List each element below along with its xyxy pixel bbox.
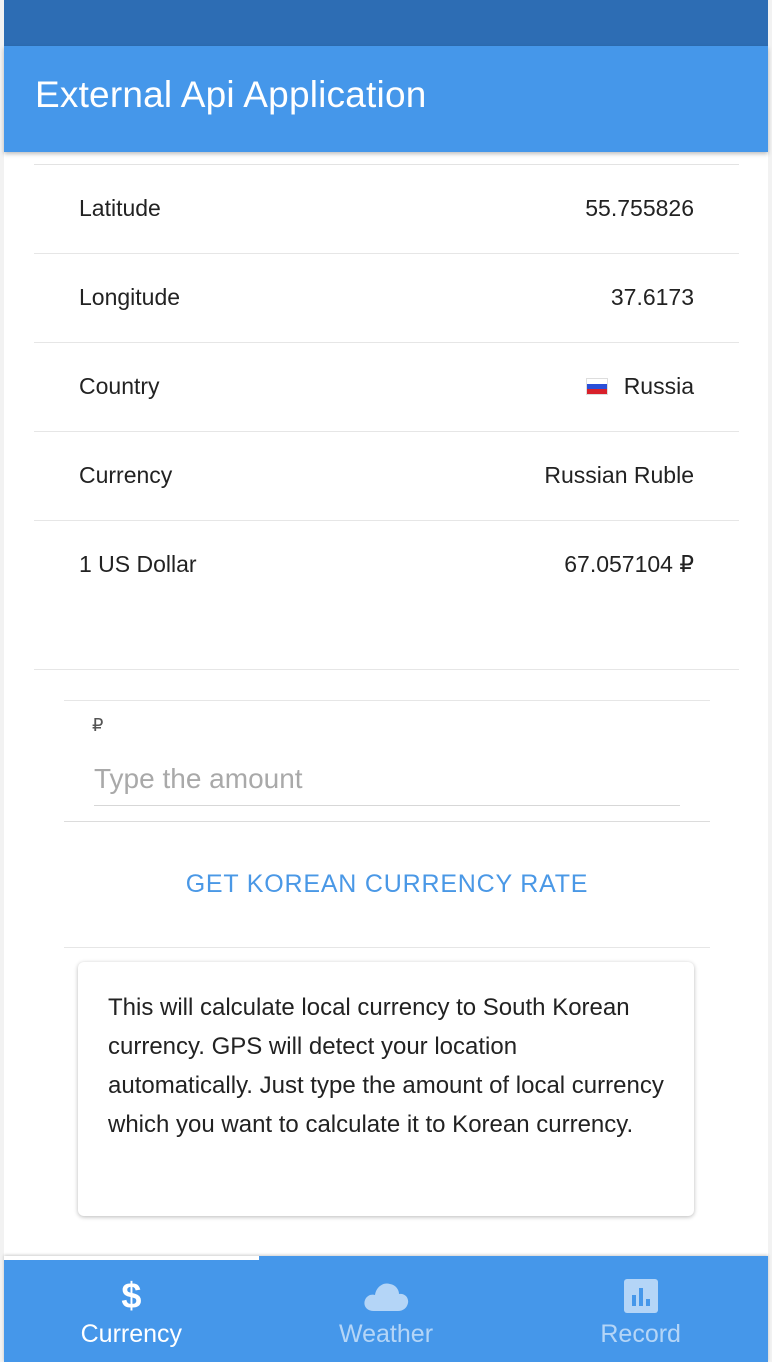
bottom-tab-bar: $ Currency Weather Record bbox=[4, 1256, 768, 1362]
main-content: Latitude 55.755826 Longitude 37.6173 Cou… bbox=[4, 152, 768, 1256]
app-title: External Api Application bbox=[35, 74, 427, 115]
dollar-icon: $ bbox=[121, 1275, 142, 1316]
currency-value: Russian Ruble bbox=[544, 462, 694, 488]
location-info-list: Latitude 55.755826 Longitude 37.6173 Cou… bbox=[34, 164, 739, 670]
latitude-label: Latitude bbox=[79, 195, 161, 221]
tab-currency[interactable]: $ Currency bbox=[4, 1256, 259, 1362]
tab-currency-label: Currency bbox=[80, 1320, 183, 1348]
russia-flag-icon bbox=[585, 378, 608, 395]
app-header: External Api Application bbox=[4, 46, 768, 152]
description-card: This will calculate local currency to So… bbox=[78, 962, 694, 1216]
info-row-longitude: Longitude 37.6173 bbox=[34, 254, 739, 343]
info-row-latitude: Latitude 55.755826 bbox=[34, 165, 739, 254]
latitude-value: 55.755826 bbox=[585, 195, 694, 221]
info-row-exchange-rate: 1 US Dollar 67.057104 ₽ bbox=[34, 521, 739, 670]
longitude-label: Longitude bbox=[79, 284, 181, 310]
cloud-icon bbox=[362, 1276, 410, 1316]
exchange-rate-value: 67.057104 ₽ bbox=[564, 551, 694, 577]
country-value-group: Russia bbox=[585, 373, 694, 400]
longitude-value: 37.6173 bbox=[610, 284, 694, 310]
tab-record[interactable]: Record bbox=[513, 1256, 768, 1362]
bar-chart-icon bbox=[617, 1276, 665, 1316]
tab-weather-label: Weather bbox=[338, 1320, 434, 1348]
currency-symbol-label: ₽ bbox=[92, 715, 104, 735]
amount-input-block: ₽ bbox=[64, 700, 710, 822]
info-row-currency: Currency Russian Ruble bbox=[34, 432, 739, 521]
rate-button-row: GET KOREAN CURRENCY RATE bbox=[64, 821, 710, 948]
tab-weather[interactable]: Weather bbox=[259, 1256, 514, 1362]
country-label: Country bbox=[79, 373, 160, 399]
info-row-country: Country Russia bbox=[34, 343, 739, 432]
tab-record-label: Record bbox=[600, 1320, 681, 1348]
currency-label: Currency bbox=[79, 462, 173, 488]
active-tab-indicator bbox=[4, 1256, 259, 1260]
amount-input[interactable] bbox=[94, 753, 680, 806]
exchange-rate-label: 1 US Dollar bbox=[79, 551, 197, 577]
status-bar bbox=[4, 0, 768, 46]
get-korean-currency-rate-button[interactable]: GET KOREAN CURRENCY RATE bbox=[64, 821, 710, 947]
description-text: This will calculate local currency to So… bbox=[108, 994, 664, 1138]
country-value: Russia bbox=[623, 373, 694, 399]
